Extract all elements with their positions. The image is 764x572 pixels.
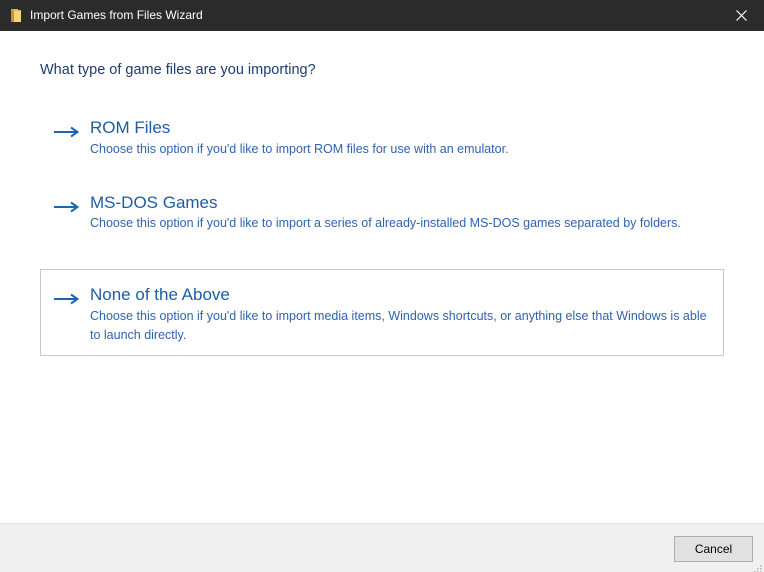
close-button[interactable] bbox=[718, 0, 764, 31]
option-title: None of the Above bbox=[90, 285, 230, 304]
option-title: MS-DOS Games bbox=[90, 193, 218, 212]
page-question: What type of game files are you importin… bbox=[40, 62, 316, 78]
arrow-right-icon bbox=[53, 200, 80, 213]
cancel-button[interactable]: Cancel bbox=[674, 536, 753, 562]
option-description: Choose this option if you'd like to impo… bbox=[90, 216, 681, 230]
resize-grip-icon[interactable] bbox=[752, 560, 762, 572]
option-none-of-the-above[interactable]: None of the Above Choose this option if … bbox=[40, 269, 724, 356]
option-description: Choose this option if you'd like to impo… bbox=[90, 309, 707, 342]
option-ms-dos-games[interactable]: MS-DOS Games Choose this option if you'd… bbox=[40, 189, 724, 255]
close-icon bbox=[735, 10, 747, 21]
footer-bar: Cancel bbox=[0, 523, 764, 572]
arrow-right-icon bbox=[53, 125, 80, 138]
wizard-window: Import Games from Files Wizard What type… bbox=[0, 0, 764, 572]
option-title: ROM Files bbox=[90, 118, 171, 137]
title-bar[interactable]: Import Games from Files Wizard bbox=[0, 0, 764, 31]
arrow-right-icon bbox=[53, 292, 80, 305]
window-title: Import Games from Files Wizard bbox=[30, 8, 203, 22]
option-description: Choose this option if you'd like to impo… bbox=[90, 142, 509, 156]
option-rom-files[interactable]: ROM Files Choose this option if you'd li… bbox=[40, 114, 724, 164]
folder-icon bbox=[9, 8, 23, 23]
